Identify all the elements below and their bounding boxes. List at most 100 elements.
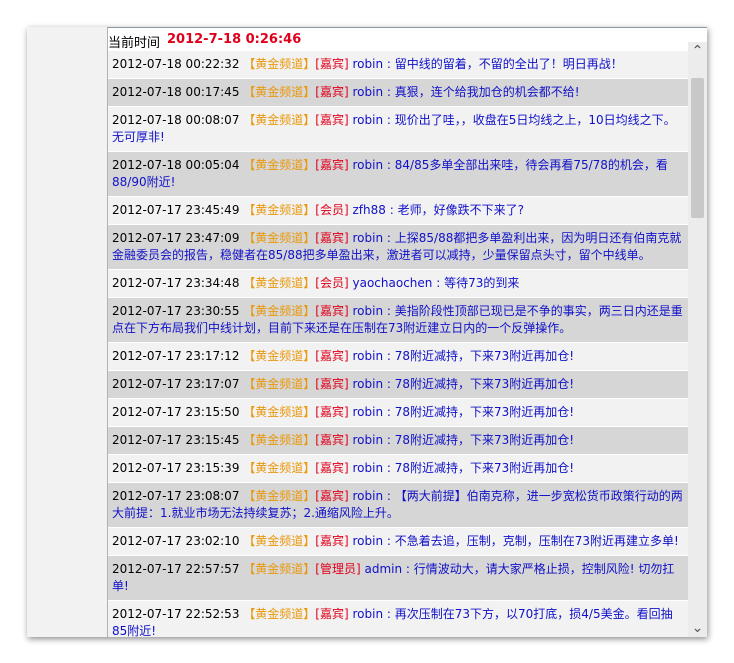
message-time: 2012-07-17 23:47:09 <box>112 231 240 245</box>
scroll-thumb[interactable] <box>691 78 704 218</box>
message-role: [嘉宾] <box>315 349 349 363</box>
message-role: [嘉宾] <box>315 158 349 172</box>
message-channel: 【黄金频道】 <box>243 562 316 576</box>
message-row: 2012-07-17 22:52:53 【黄金频道】[嘉宾] robin : 再… <box>108 601 688 637</box>
message-channel: 【黄金频道】 <box>243 113 316 127</box>
message-channel: 【黄金频道】 <box>243 57 316 71</box>
message-row: 2012-07-17 23:15:50 【黄金频道】[嘉宾] robin : 7… <box>108 399 688 427</box>
current-time-value: 2012-7-18 0:26:46 <box>167 32 302 47</box>
message-text: : 等待73的到来 <box>432 276 520 290</box>
message-row: 2012-07-17 23:30:55 【黄金频道】[嘉宾] robin : 美… <box>108 298 688 343</box>
message-user[interactable]: robin <box>353 377 384 391</box>
message-user[interactable]: robin <box>353 231 384 245</box>
chevron-down-icon[interactable]: ⌄ <box>688 619 707 637</box>
message-row: 2012-07-17 23:15:39 【黄金频道】[嘉宾] robin : 7… <box>108 455 688 483</box>
message-role: [嘉宾] <box>315 489 349 503</box>
message-role: [管理员] <box>315 562 361 576</box>
message-time: 2012-07-18 00:08:07 <box>112 113 240 127</box>
message-row: 2012-07-17 23:08:07 【黄金频道】[嘉宾] robin : 【… <box>108 483 688 528</box>
message-row: 2012-07-18 00:08:07 【黄金频道】[嘉宾] robin : 现… <box>108 107 688 152</box>
message-role: [嘉宾] <box>315 461 349 475</box>
message-row: 2012-07-17 23:17:07 【黄金频道】[嘉宾] robin : 7… <box>108 371 688 399</box>
message-role: [嘉宾] <box>315 534 349 548</box>
message-role: [嘉宾] <box>315 85 349 99</box>
message-role: [嘉宾] <box>315 405 349 419</box>
message-row: 2012-07-18 00:05:04 【黄金频道】[嘉宾] robin : 8… <box>108 152 688 197</box>
message-list[interactable]: 2012-07-18 00:22:32 【黄金频道】[嘉宾] robin : 留… <box>108 51 688 637</box>
message-text: : 真狠，连个给我加仓的机会都不给! <box>383 85 580 99</box>
message-row: 2012-07-17 23:45:49 【黄金频道】[会员] zfh88 : 老… <box>108 197 688 225</box>
message-channel: 【黄金频道】 <box>243 607 316 621</box>
message-user[interactable]: robin <box>353 158 384 172</box>
message-role: [嘉宾] <box>315 377 349 391</box>
message-text: : 78附近减持，下来73附近再加仓! <box>383 461 575 475</box>
message-user[interactable]: zfh88 <box>353 203 386 217</box>
message-channel: 【黄金频道】 <box>243 231 316 245</box>
message-time: 2012-07-17 23:02:10 <box>112 534 240 548</box>
message-role: [嘉宾] <box>315 113 349 127</box>
message-text: : 老师，好像跌不下来了? <box>385 203 524 217</box>
message-channel: 【黄金频道】 <box>243 489 316 503</box>
message-time: 2012-07-17 22:52:53 <box>112 607 240 621</box>
current-time-header: 当前时间 2012-7-18 0:26:46 <box>108 27 707 51</box>
message-time: 2012-07-17 23:17:07 <box>112 377 240 391</box>
message-text: : 78附近减持，下来73附近再加仓! <box>383 349 575 363</box>
message-row: 2012-07-17 23:47:09 【黄金频道】[嘉宾] robin : 上… <box>108 225 688 270</box>
message-time: 2012-07-17 23:45:49 <box>112 203 240 217</box>
message-user[interactable]: robin <box>353 405 384 419</box>
message-time: 2012-07-17 23:15:50 <box>112 405 240 419</box>
message-role: [嘉宾] <box>315 304 349 318</box>
message-channel: 【黄金频道】 <box>243 158 316 172</box>
message-user[interactable]: robin <box>353 85 384 99</box>
message-user[interactable]: robin <box>353 489 384 503</box>
message-row: 2012-07-17 22:57:57 【黄金频道】[管理员] admin : … <box>108 556 688 601</box>
message-channel: 【黄金频道】 <box>243 349 316 363</box>
message-channel: 【黄金频道】 <box>243 534 316 548</box>
message-role: [嘉宾] <box>315 231 349 245</box>
message-text: : 78附近减持，下来73附近再加仓! <box>383 377 575 391</box>
message-time: 2012-07-18 00:17:45 <box>112 85 240 99</box>
message-text: : 78附近减持，下来73附近再加仓! <box>383 433 575 447</box>
message-time: 2012-07-17 23:15:39 <box>112 461 240 475</box>
message-channel: 【黄金频道】 <box>243 85 316 99</box>
message-user[interactable]: admin <box>365 562 403 576</box>
message-user[interactable]: robin <box>353 349 384 363</box>
message-user[interactable]: robin <box>353 534 384 548</box>
message-user[interactable]: robin <box>353 57 384 71</box>
message-time: 2012-07-17 22:57:57 <box>112 562 240 576</box>
message-row: 2012-07-18 00:22:32 【黄金频道】[嘉宾] robin : 留… <box>108 51 688 79</box>
chat-window: 当前时间 2012-7-18 0:26:46 2012-07-18 00:22:… <box>27 27 707 637</box>
message-user[interactable]: robin <box>353 304 384 318</box>
message-time: 2012-07-17 23:08:07 <box>112 489 240 503</box>
message-time: 2012-07-17 23:30:55 <box>112 304 240 318</box>
message-user[interactable]: robin <box>353 433 384 447</box>
message-text: : 留中线的留着，不留的全出了！明日再战！ <box>383 57 623 71</box>
message-channel: 【黄金频道】 <box>243 461 316 475</box>
message-role: [嘉宾] <box>315 57 349 71</box>
current-time-label: 当前时间 <box>108 36 161 51</box>
message-user[interactable]: robin <box>353 607 384 621</box>
message-channel: 【黄金频道】 <box>243 203 316 217</box>
message-role: [嘉宾] <box>315 607 349 621</box>
vertical-scrollbar[interactable]: ⌃ ⌄ <box>688 42 707 637</box>
chevron-up-icon[interactable]: ⌃ <box>688 42 707 60</box>
message-row: 2012-07-17 23:02:10 【黄金频道】[嘉宾] robin : 不… <box>108 528 688 556</box>
message-channel: 【黄金频道】 <box>243 405 316 419</box>
message-channel: 【黄金频道】 <box>243 433 316 447</box>
message-row: 2012-07-18 00:17:45 【黄金频道】[嘉宾] robin : 真… <box>108 79 688 107</box>
message-channel: 【黄金频道】 <box>243 304 316 318</box>
message-time: 2012-07-18 00:22:32 <box>112 57 240 71</box>
message-time: 2012-07-17 23:34:48 <box>112 276 240 290</box>
message-role: [会员] <box>315 276 349 290</box>
left-panel <box>27 27 107 637</box>
message-time: 2012-07-17 23:17:12 <box>112 349 240 363</box>
message-user[interactable]: yaochaochen <box>353 276 433 290</box>
message-role: [会员] <box>315 203 349 217</box>
message-channel: 【黄金频道】 <box>243 377 316 391</box>
message-user[interactable]: robin <box>353 113 384 127</box>
message-time: 2012-07-17 23:15:45 <box>112 433 240 447</box>
message-user[interactable]: robin <box>353 461 384 475</box>
message-text: : 78附近减持，下来73附近再加仓! <box>383 405 575 419</box>
message-role: [嘉宾] <box>315 433 349 447</box>
message-time: 2012-07-18 00:05:04 <box>112 158 240 172</box>
